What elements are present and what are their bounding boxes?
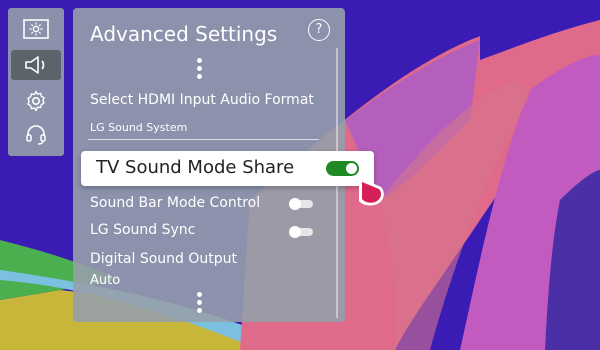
- lg-sound-sync-toggle[interactable]: [289, 226, 313, 238]
- tv-sound-mode-share-label: TV Sound Mode Share: [96, 157, 295, 178]
- picture-settings-button[interactable]: [11, 14, 61, 44]
- scroll-down-indicator[interactable]: [197, 292, 203, 316]
- panel-title: Advanced Settings: [90, 22, 278, 46]
- help-icon[interactable]: ?: [308, 19, 330, 41]
- speaker-icon: [25, 56, 45, 74]
- menu-item-hdmi-audio-format[interactable]: Select HDMI Input Audio Format: [90, 92, 314, 108]
- menu-item-hdmi-audio-format-value: LG Sound System: [90, 121, 188, 134]
- tv-sound-mode-share-toggle[interactable]: [326, 161, 359, 176]
- menu-item-lg-sound-sync[interactable]: LG Sound Sync: [90, 222, 195, 238]
- pointer-cursor-icon: [359, 177, 384, 206]
- sound-bar-mode-control-toggle[interactable]: [289, 198, 313, 210]
- headset-icon: [26, 125, 46, 145]
- menu-item-sound-bar-mode-control[interactable]: Sound Bar Mode Control: [90, 195, 260, 211]
- gear-icon: [27, 90, 45, 112]
- menu-item-digital-sound-output[interactable]: Digital Sound Output: [90, 251, 237, 267]
- menu-item-tv-sound-mode-share[interactable]: TV Sound Mode Share: [81, 151, 374, 186]
- settings-category-rail: [8, 8, 64, 156]
- scroll-up-indicator[interactable]: [197, 58, 203, 82]
- divider: [88, 139, 319, 140]
- support-settings-button[interactable]: [11, 120, 61, 150]
- sound-settings-button[interactable]: [11, 50, 61, 80]
- general-settings-button[interactable]: [11, 86, 61, 116]
- menu-item-digital-sound-output-value: Auto: [90, 273, 121, 288]
- picture-icon: [23, 19, 49, 39]
